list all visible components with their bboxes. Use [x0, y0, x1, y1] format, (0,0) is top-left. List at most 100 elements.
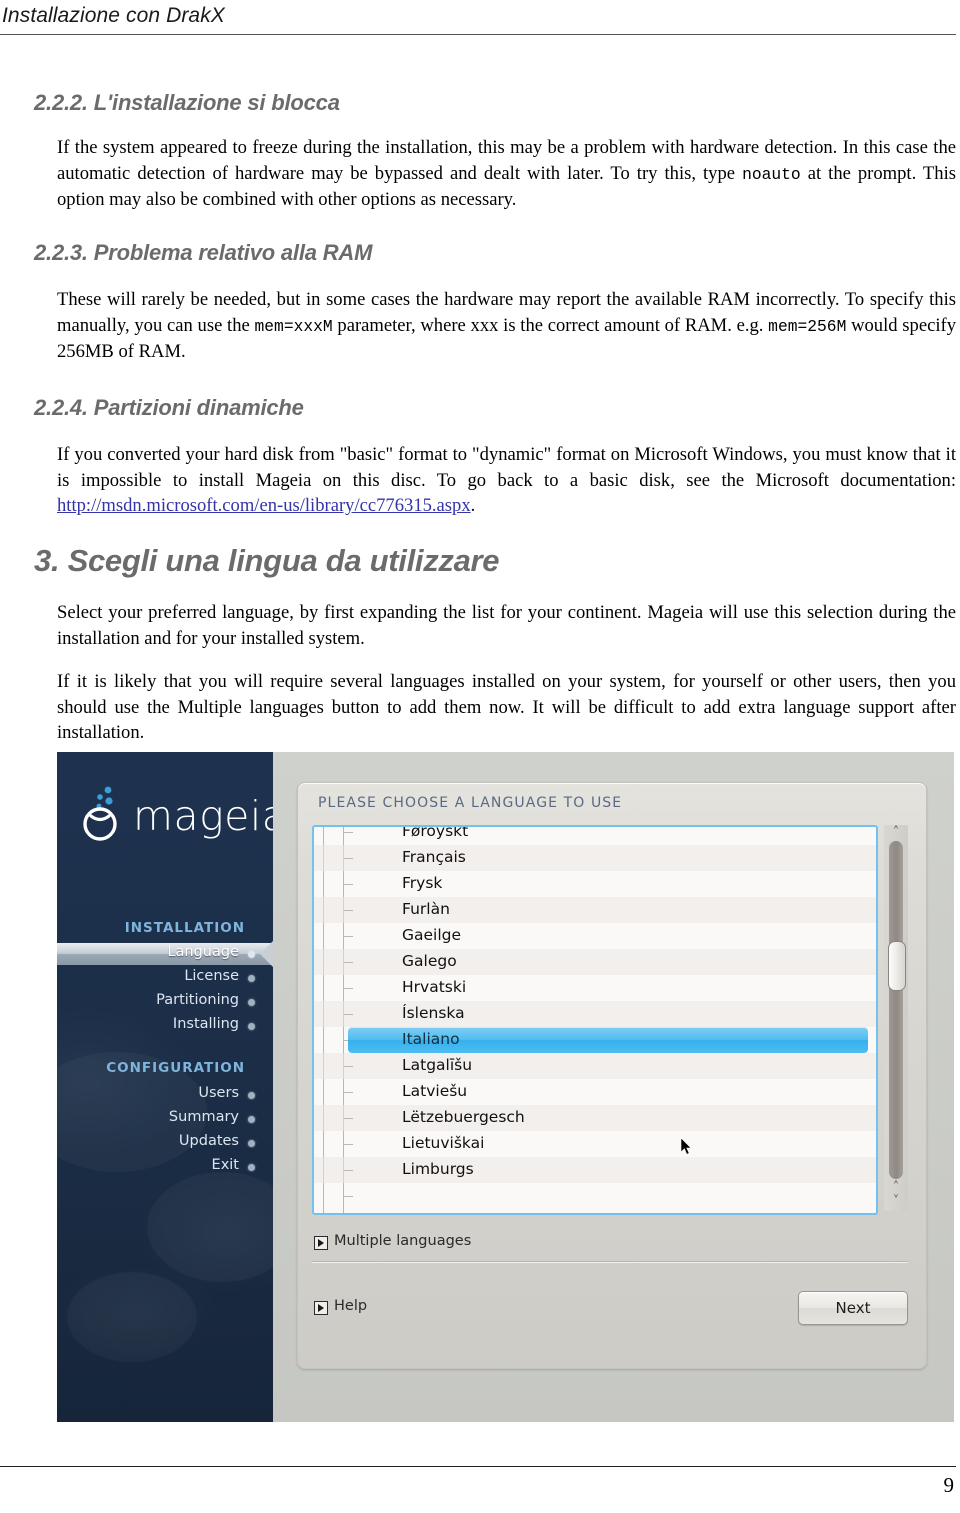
language-label: Gaeilge: [402, 926, 462, 944]
sidebar-item-license[interactable]: License: [57, 967, 273, 989]
para-text: If you converted your hard disk from "ba…: [57, 444, 956, 491]
language-listbox[interactable]: Føroyskt Français Frysk Furlàn Gaeilge G…: [312, 825, 878, 1215]
sidebar-item-installing[interactable]: Installing: [57, 1015, 273, 1037]
heading-2-2-3: 2.2.3. Problema relativo alla RAM: [34, 240, 373, 265]
sidebar-group-configuration: CONFIGURATION: [106, 1060, 245, 1076]
language-label: Íslenska: [402, 1004, 465, 1022]
language-label: Frysk: [402, 874, 443, 892]
step-dot-icon: [248, 1140, 255, 1147]
sidebar-item-summary[interactable]: Summary: [57, 1108, 273, 1130]
list-item[interactable]: Français: [314, 845, 876, 871]
sidebar-item-label: Partitioning: [156, 992, 239, 1008]
heading-3: 3. Scegli una lingua da utilizzare: [34, 543, 500, 578]
step-dot-icon: [248, 1023, 255, 1030]
sidebar-item-exit[interactable]: Exit: [57, 1156, 273, 1178]
paragraph-3-second: If it is likely that you will require se…: [57, 671, 956, 743]
para-text-cont: parameter, where xxx is the correct amou…: [332, 314, 769, 336]
help-label: Help: [334, 1298, 368, 1314]
installer-sidebar: mageia INSTALLATION Language License Par…: [57, 752, 287, 1422]
msdn-documentation-link[interactable]: http://msdn.microsoft.com/en-us/library/…: [57, 495, 471, 516]
tree-branch-icon: [344, 962, 353, 963]
active-step-arrow-icon: [260, 940, 274, 968]
sidebar-item-label: Language: [167, 944, 239, 960]
step-dot-icon: [248, 1164, 255, 1171]
panel-title: PLEASE CHOOSE A LANGUAGE TO USE: [318, 795, 623, 811]
language-label: Latgalīšu: [402, 1056, 473, 1074]
installer-main-area: PLEASE CHOOSE A LANGUAGE TO USE Føroyskt…: [273, 752, 954, 1422]
multiple-languages-label: Multiple languages: [334, 1233, 472, 1249]
tree-branch-icon: [344, 910, 353, 911]
language-label: Galego: [402, 952, 457, 970]
tree-branch-icon: [344, 1066, 353, 1067]
language-label: Furlàn: [402, 900, 450, 918]
scroll-up-arrow-icon[interactable]: ˄: [888, 826, 904, 840]
tree-branch-icon: [344, 832, 353, 833]
scrollbar-thumb[interactable]: [888, 941, 906, 991]
language-label: Føroyskt: [402, 825, 469, 840]
mageia-wordmark: mageia: [133, 792, 288, 840]
para-text-end: .: [470, 495, 476, 516]
list-item[interactable]: Gaeilge: [314, 923, 876, 949]
sidebar-group-installation: INSTALLATION: [124, 920, 245, 936]
paragraph-2-2-2: If the system appeared to freeze during …: [57, 135, 956, 213]
page-number: 9: [943, 1473, 955, 1497]
language-list-scrollbar[interactable]: ˄ ˄ ˅: [884, 825, 908, 1211]
language-panel: PLEASE CHOOSE A LANGUAGE TO USE Føroyskt…: [297, 782, 927, 1369]
list-item[interactable]: Galego: [314, 949, 876, 975]
header-divider: [0, 34, 956, 35]
paragraph-2-2-3: These will rarely be needed, but in some…: [57, 287, 956, 365]
list-item[interactable]: Latgalīšu: [314, 1053, 876, 1079]
tree-branch-icon: [344, 1092, 353, 1093]
step-dot-icon: [248, 975, 255, 982]
paragraph-3-first: Select your preferred language, by first…: [57, 602, 956, 649]
tree-branch-icon: [344, 858, 353, 859]
code-mem-256: mem=256M: [768, 316, 847, 336]
scroll-down-arrow-icon[interactable]: ˅: [888, 1195, 904, 1209]
list-item[interactable]: Frysk: [314, 871, 876, 897]
expander-triangle-icon: [318, 1239, 324, 1247]
running-title: Installazione con DrakX: [2, 4, 225, 27]
language-label: Italiano: [402, 1030, 460, 1048]
sidebar-item-label: Updates: [178, 1133, 239, 1149]
list-item-selected-italiano[interactable]: Italiano: [348, 1027, 868, 1053]
list-item[interactable]: Furlàn: [314, 897, 876, 923]
language-label: Français: [402, 848, 466, 866]
language-label: Latviešu: [402, 1082, 468, 1100]
tree-branch-icon: [344, 1196, 353, 1197]
paragraph-2-2-4: If you converted your hard disk from "ba…: [57, 442, 956, 519]
list-item[interactable]: Limburgs: [314, 1157, 876, 1183]
tree-branch-icon: [344, 1170, 353, 1171]
list-item[interactable]: Íslenska: [314, 1001, 876, 1027]
sidebar-item-label: Summary: [168, 1109, 239, 1125]
sidebar-item-label: Exit: [211, 1157, 239, 1173]
list-item[interactable]: Lietuviškai: [314, 1131, 876, 1157]
list-item[interactable]: Føroyskt: [314, 825, 876, 845]
sidebar-item-partitioning[interactable]: Partitioning: [57, 991, 273, 1013]
sidebar-item-label: Installing: [172, 1016, 239, 1032]
next-button[interactable]: Next: [798, 1291, 908, 1325]
sidebar-item-language[interactable]: Language: [57, 940, 274, 968]
list-item[interactable]: Latviešu: [314, 1079, 876, 1105]
tree-branch-icon: [344, 1118, 353, 1119]
tree-branch-icon: [344, 988, 353, 989]
sidebar-item-label: Users: [198, 1085, 239, 1101]
scrollbar-track[interactable]: [889, 841, 903, 1179]
code-mem-xxx: mem=xxxM: [254, 316, 333, 336]
sidebar-item-users[interactable]: Users: [57, 1084, 273, 1106]
heading-2-2-2: 2.2.2. L'installazione si blocca: [34, 90, 340, 115]
sidebar-item-updates[interactable]: Updates: [57, 1132, 273, 1154]
language-label: Lietuviškai: [402, 1134, 485, 1152]
panel-separator: [312, 1261, 908, 1262]
decorative-leaf-3: [67, 1272, 197, 1362]
sidebar-item-label: License: [184, 968, 239, 984]
list-item[interactable]: Lëtzebuergesch: [314, 1105, 876, 1131]
step-dot-icon: [248, 951, 255, 958]
scroll-up-arrow-bottom-icon[interactable]: ˄: [888, 1181, 904, 1195]
list-item[interactable]: [314, 1183, 876, 1209]
heading-2-2-4: 2.2.4. Partizioni dinamiche: [34, 395, 304, 420]
tree-branch-icon: [344, 884, 353, 885]
mouse-cursor-icon: [681, 1138, 692, 1155]
list-item[interactable]: Hrvatski: [314, 975, 876, 1001]
expander-triangle-icon: [318, 1304, 324, 1312]
language-label: Limburgs: [402, 1160, 474, 1178]
